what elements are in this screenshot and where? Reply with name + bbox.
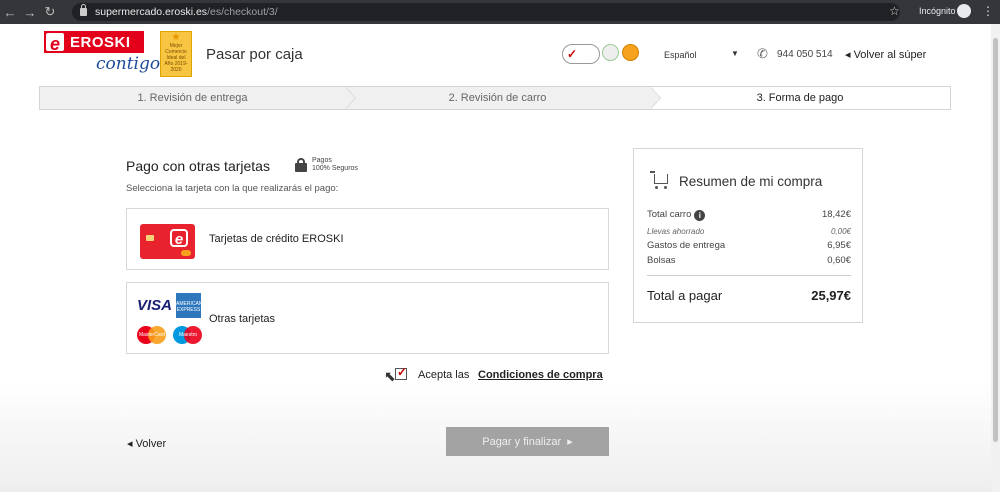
checkout-steps: 1. Revisión de entrega 2. Revisión de ca… bbox=[39, 86, 951, 110]
amex-logo-icon: AMERICAN EXPRESS bbox=[176, 293, 202, 318]
step-arrow-icon bbox=[650, 87, 660, 109]
page-scrollbar[interactable] bbox=[991, 24, 1000, 492]
card-option-label: Otras tarjetas bbox=[209, 313, 276, 325]
pay-and-finish-button[interactable]: Pagar y finalizar ▸ bbox=[446, 427, 609, 456]
bookmark-star-icon[interactable]: ☆ bbox=[889, 4, 900, 18]
trust-seal-icon: ✓ bbox=[562, 44, 600, 64]
logo-tagline: contigo bbox=[96, 54, 161, 74]
payment-instructions: Selecciona la tarjeta con la que realiza… bbox=[126, 183, 339, 194]
address-bar[interactable]: supermercado.eroski.es/es/checkout/3/ bbox=[72, 3, 900, 21]
accept-terms-label: Acepta las bbox=[418, 369, 470, 381]
eroski-e-icon: e bbox=[44, 31, 66, 54]
summary-row-delivery: Gastos de entrega 6,95€ bbox=[647, 240, 851, 251]
summary-row-bags: Bolsas 0,60€ bbox=[647, 255, 851, 266]
back-arrow-icon[interactable]: ← bbox=[0, 0, 20, 24]
payment-title: Pago con otras tarjetas bbox=[126, 158, 270, 174]
more-menu-icon[interactable]: ⋮ bbox=[982, 4, 994, 18]
summary-divider bbox=[647, 275, 851, 276]
reload-icon[interactable]: ↻ bbox=[40, 0, 60, 24]
card-option-label: Tarjetas de crédito EROSKI bbox=[209, 233, 344, 245]
back-button[interactable]: ◂ Volver bbox=[127, 437, 166, 450]
back-to-store-link[interactable]: ◂ Volver al súper bbox=[845, 48, 926, 61]
browser-toolbar: ← → ↻ supermercado.eroski.es/es/checkout… bbox=[0, 0, 1000, 24]
step-cart-review[interactable]: 2. Revisión de carro bbox=[345, 87, 661, 109]
incognito-icon[interactable] bbox=[957, 4, 971, 18]
award-star-icon: ★ bbox=[171, 32, 181, 43]
logo-text: EROSKI bbox=[70, 33, 131, 51]
summary-row-cart-total: Total carro i 18,42€ bbox=[647, 209, 851, 221]
info-icon[interactable]: i bbox=[694, 210, 706, 221]
forward-arrow-icon[interactable]: → bbox=[20, 0, 40, 24]
caret-down-icon[interactable]: ▼ bbox=[731, 49, 739, 58]
mouse-cursor-icon: ⬉ bbox=[384, 368, 396, 384]
quality-seal-icon bbox=[622, 44, 639, 61]
url-text: supermercado.eroski.es/es/checkout/3/ bbox=[95, 6, 278, 18]
summary-title: Resumen de mi compra bbox=[679, 174, 823, 189]
eroski-credit-card-icon: e bbox=[140, 224, 195, 259]
step-payment: 3. Forma de pago bbox=[650, 87, 950, 109]
incognito-label: Incógnito bbox=[919, 6, 956, 16]
lock-icon bbox=[80, 4, 87, 16]
other-cards-option[interactable]: VISA AMERICAN EXPRESS MasterCard Maestro… bbox=[126, 282, 609, 354]
shopping-cart-icon bbox=[650, 171, 670, 189]
purchase-conditions-link[interactable]: Condiciones de compra bbox=[478, 369, 603, 381]
page-title: Pasar por caja bbox=[206, 46, 303, 63]
summary-row-savings: Llevas ahorrado 0,00€ bbox=[647, 227, 851, 236]
padlock-icon bbox=[294, 158, 308, 172]
mastercard-logo-icon: MasterCard bbox=[137, 326, 167, 344]
order-summary-panel: Resumen de mi compra Total carro i 18,42€… bbox=[633, 148, 863, 323]
scrollbar-thumb[interactable] bbox=[993, 38, 998, 442]
step-arrow-icon bbox=[345, 87, 355, 109]
phone-icon: ✆ bbox=[757, 46, 768, 61]
secure-payments-note: Pagos 100% Seguros bbox=[312, 157, 358, 172]
language-selector[interactable]: Español bbox=[664, 50, 697, 60]
visa-logo-icon: VISA bbox=[137, 297, 173, 314]
maestro-logo-icon: Maestro bbox=[173, 326, 203, 344]
accept-terms-checkbox[interactable]: ✓ bbox=[395, 365, 407, 380]
eroski-card-option[interactable]: e Tarjetas de crédito EROSKI bbox=[126, 208, 609, 270]
step-delivery-review[interactable]: 1. Revisión de entrega bbox=[40, 87, 356, 109]
eroski-logo[interactable]: e EROSKI contigo bbox=[44, 31, 160, 79]
phone-number[interactable]: 944 050 514 bbox=[777, 49, 833, 60]
certification-badge-icon bbox=[602, 44, 619, 61]
award-badge: ★ Mejor Comercio Ideal del Año 2019-2020 bbox=[160, 31, 192, 77]
